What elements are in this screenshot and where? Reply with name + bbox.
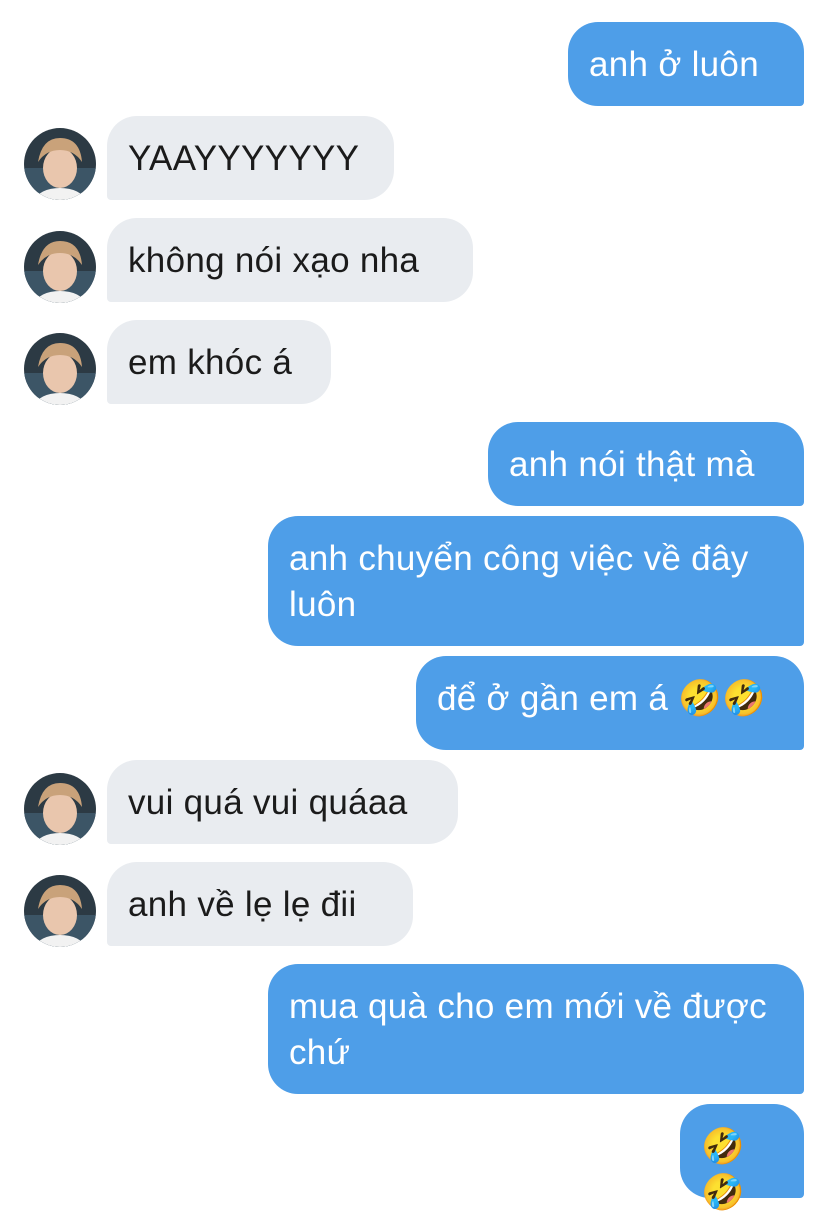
outgoing-message[interactable]: anh nói thật mà [488, 422, 804, 506]
incoming-message[interactable]: anh về lẹ lẹ đii [107, 862, 413, 946]
outgoing-message[interactable]: mua quà cho em mới về được chứ [268, 964, 804, 1094]
incoming-message[interactable]: không nói xạo nha [107, 218, 473, 302]
outgoing-message[interactable]: để ở gần em á 🤣🤣 [416, 656, 804, 750]
incoming-message[interactable]: vui quá vui quáaa [107, 760, 458, 844]
contact-avatar[interactable] [24, 773, 96, 845]
message-thread: anh ở luôn YAAYYYYYYY không nói xạo nha [0, 0, 828, 1212]
outgoing-message[interactable]: 🤣🤣 [680, 1104, 804, 1212]
incoming-message[interactable]: YAAYYYYYYY [107, 116, 394, 200]
incoming-message[interactable]: em khóc á [107, 320, 331, 404]
outgoing-message[interactable]: anh chuyển công việc về đây luôn [268, 516, 804, 646]
contact-avatar[interactable] [24, 333, 96, 405]
contact-avatar[interactable] [24, 231, 96, 303]
contact-avatar[interactable] [24, 128, 96, 200]
outgoing-message[interactable]: anh ở luôn [568, 22, 804, 106]
contact-avatar[interactable] [24, 875, 96, 947]
